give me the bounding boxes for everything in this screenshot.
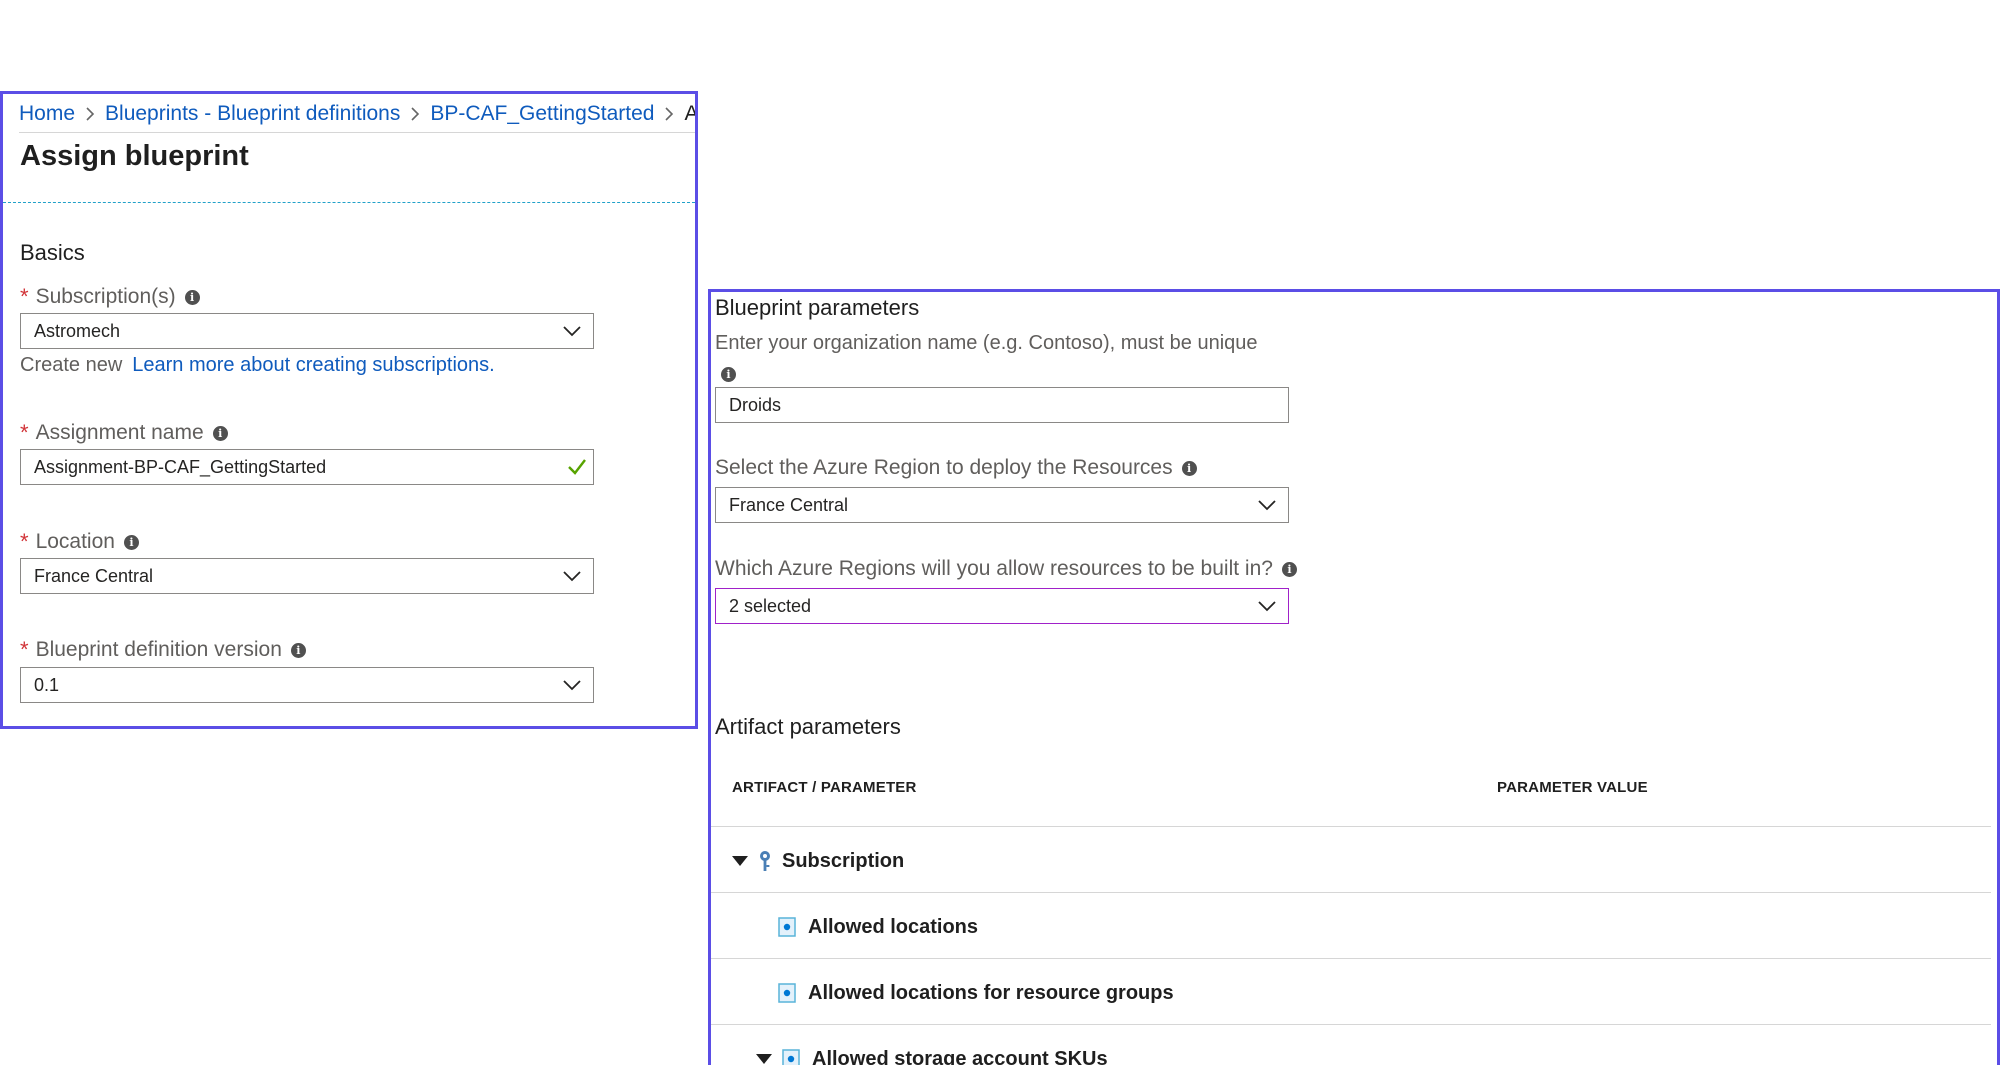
allowed-regions-value: 2 selected: [729, 595, 812, 616]
allowed-regions-label: Which Azure Regions will you allow resou…: [715, 557, 1297, 581]
expand-triangle-icon[interactable]: [756, 1054, 772, 1064]
location-select[interactable]: France Central: [20, 558, 594, 594]
basics-section-title: Basics: [20, 240, 85, 265]
subscription-label: * Subscription(s) i: [20, 284, 200, 310]
subscription-links: Create new Learn more about creating sub…: [20, 354, 495, 377]
breadcrumb-current: A: [684, 102, 698, 125]
location-label: * Location i: [20, 529, 139, 555]
assignment-name-label: * Assignment name i: [20, 420, 228, 446]
tree-row-subscription[interactable]: Subscription: [732, 846, 904, 876]
assignment-name-label-text: Assignment name: [35, 421, 204, 444]
header-divider: [3, 202, 695, 203]
info-icon[interactable]: i: [290, 642, 306, 658]
tree-row-allowed-locations[interactable]: Allowed locations: [778, 912, 978, 942]
chevron-right-icon: [654, 107, 684, 121]
key-icon: [760, 851, 770, 871]
required-marker: *: [20, 637, 29, 662]
assign-blueprint-panel: Home Blueprints - Blueprint definitions …: [0, 91, 698, 729]
org-name-input[interactable]: Droids: [715, 387, 1289, 423]
tree-row-label: Allowed locations for resource groups: [808, 981, 1174, 1004]
row-divider: [711, 892, 1991, 893]
tree-row-label: Subscription: [782, 849, 905, 872]
region-label: Select the Azure Region to deploy the Re…: [715, 456, 1197, 480]
info-icon[interactable]: i: [123, 534, 139, 550]
blueprint-parameters-panel: Blueprint parameters Enter your organiza…: [708, 289, 2000, 1065]
row-divider: [711, 1024, 1991, 1025]
expand-triangle-icon[interactable]: [732, 856, 748, 866]
artifact-parameters-title: Artifact parameters: [715, 714, 901, 739]
version-label: * Blueprint definition version i: [20, 637, 306, 663]
allowed-regions-label-text: Which Azure Regions will you allow resou…: [715, 557, 1273, 580]
chevron-right-icon: [75, 107, 105, 121]
required-marker: *: [20, 529, 29, 554]
region-value: France Central: [729, 494, 849, 515]
required-marker: *: [20, 284, 29, 309]
breadcrumb-home[interactable]: Home: [19, 102, 75, 126]
policy-icon: [778, 983, 796, 1003]
column-header-value[interactable]: PARAMETER VALUE: [1497, 779, 1648, 796]
blueprint-parameters-title: Blueprint parameters: [715, 295, 920, 320]
breadcrumb-divider: [19, 132, 695, 133]
info-icon[interactable]: i: [1181, 460, 1197, 476]
checkmark-icon: [568, 459, 586, 475]
row-divider: [711, 958, 1991, 959]
tree-row-label: Allowed locations: [808, 915, 979, 938]
info-icon[interactable]: i: [1281, 561, 1297, 577]
info-icon[interactable]: i: [212, 425, 228, 441]
chevron-down-icon: [563, 326, 581, 337]
assignment-name-input[interactable]: Assignment-BP-CAF_GettingStarted: [20, 449, 594, 485]
policy-icon: [782, 1049, 800, 1065]
learn-more-link[interactable]: Learn more about creating subscriptions.: [132, 354, 494, 377]
info-icon[interactable]: i: [184, 289, 200, 305]
tree-row-label: Allowed storage account SKUs: [812, 1047, 1108, 1065]
breadcrumb-bp-caf[interactable]: BP-CAF_GettingStarted: [430, 102, 654, 126]
region-label-text: Select the Azure Region to deploy the Re…: [715, 456, 1173, 479]
version-label-text: Blueprint definition version: [35, 638, 282, 661]
page-title: Assign blueprint: [20, 140, 249, 172]
chevron-down-icon: [563, 680, 581, 691]
chevron-down-icon: [1258, 500, 1276, 511]
breadcrumb-blueprint-definitions[interactable]: Blueprints - Blueprint definitions: [105, 102, 400, 126]
info-icon[interactable]: i: [721, 367, 736, 382]
subscription-label-text: Subscription(s): [35, 285, 176, 308]
column-header-artifact[interactable]: ARTIFACT / PARAMETER: [732, 779, 917, 796]
breadcrumb: Home Blueprints - Blueprint definitions …: [19, 98, 698, 130]
version-select[interactable]: 0.1: [20, 667, 594, 703]
chevron-down-icon: [563, 571, 581, 582]
org-name-label: Enter your organization name (e.g. Conto…: [715, 332, 1258, 354]
policy-icon: [778, 917, 796, 937]
location-label-text: Location: [35, 530, 115, 553]
allowed-regions-select[interactable]: 2 selected: [715, 588, 1289, 624]
row-divider: [711, 826, 1991, 827]
region-select[interactable]: France Central: [715, 487, 1289, 523]
org-name-value: Droids: [729, 394, 782, 415]
create-new-link[interactable]: Create new: [20, 354, 122, 377]
subscription-value: Astromech: [34, 320, 121, 341]
tree-row-allowed-storage-skus[interactable]: Allowed storage account SKUs: [756, 1044, 1108, 1065]
assignment-name-value: Assignment-BP-CAF_GettingStarted: [34, 456, 327, 477]
subscription-select[interactable]: Astromech: [20, 313, 594, 349]
location-value: France Central: [34, 565, 154, 586]
required-marker: *: [20, 420, 29, 445]
version-value: 0.1: [34, 674, 60, 695]
tree-row-allowed-locations-rg[interactable]: Allowed locations for resource groups: [778, 978, 1174, 1008]
chevron-down-icon: [1258, 601, 1276, 612]
chevron-right-icon: [400, 107, 430, 121]
